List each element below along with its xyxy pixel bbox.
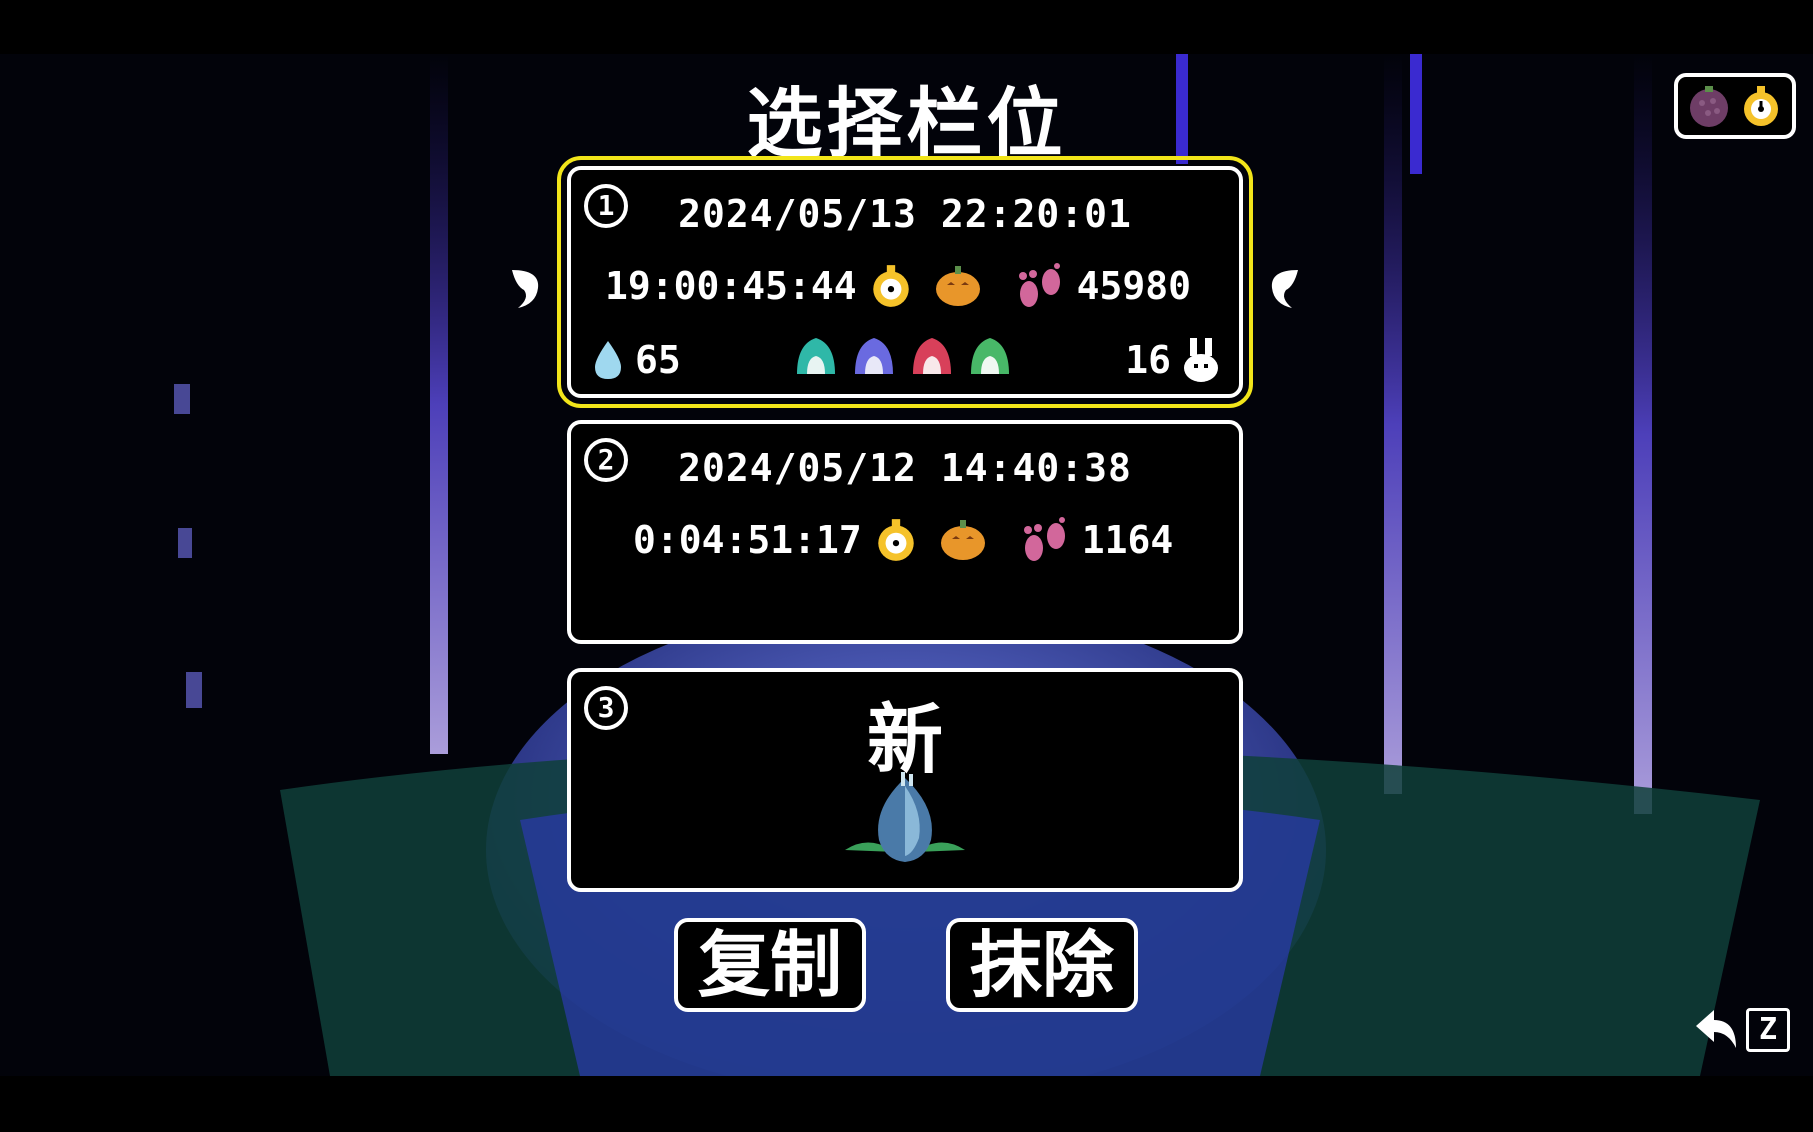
drops-count: 65 [635, 338, 681, 382]
playtime-value: 19:00:45:44 [605, 264, 857, 308]
save-slot-3[interactable]: 3 新 [567, 668, 1243, 892]
next-page-arrow[interactable] [1268, 264, 1304, 312]
blue-slime-icon [855, 338, 893, 374]
playtime-value: 0:04:51:17 [633, 518, 862, 562]
stopwatch-icon [872, 265, 909, 307]
slot-resources-left: 65 [591, 338, 681, 382]
berry-icon [1690, 86, 1728, 127]
steps-value: 1164 [1081, 518, 1174, 562]
slot-timestamp: 2024/05/13 22:20:01 [678, 192, 1132, 236]
previous-page-arrow[interactable] [506, 264, 542, 312]
collected-creatures [793, 334, 1013, 378]
back-key: Z [1746, 1008, 1790, 1052]
pumpkin-icon [935, 266, 980, 306]
slot-stats-row: 0:04:51:17 1164 [633, 516, 1173, 564]
slot-stats-row: 19:00:45:44 45980 [605, 262, 1191, 310]
page-title: 选择栏位 [746, 79, 1067, 168]
green-slime-icon [971, 338, 1009, 374]
rabbits-count: 16 [1125, 338, 1171, 382]
stopwatch-icon [878, 519, 914, 561]
teal-slime-icon [797, 338, 835, 374]
corner-indicator [1674, 73, 1796, 139]
red-slime-icon [913, 338, 951, 374]
stopwatch-icon [1744, 86, 1778, 126]
rabbit-icon [1184, 338, 1218, 382]
save-slot-1[interactable]: 1 2024/05/13 22:20:01 19:00:45:44 45980 … [557, 156, 1253, 408]
back-hint[interactable]: Z [1692, 1008, 1790, 1052]
save-slot-2[interactable]: 2 2024/05/12 14:40:38 0:04:51:17 1164 [567, 420, 1243, 644]
erase-button[interactable]: 抹除 [946, 918, 1138, 1012]
paw-steps-icon [1018, 263, 1060, 307]
slot-timestamp: 2024/05/12 14:40:38 [678, 446, 1132, 490]
slot-resources-right: 16 [1125, 336, 1221, 384]
steps-value: 45980 [1076, 264, 1192, 308]
copy-button[interactable]: 复制 [674, 918, 866, 1012]
back-arrow-icon [1696, 1010, 1736, 1048]
water-drop-icon [595, 341, 621, 379]
sprout-bud-icon [845, 772, 965, 862]
paw-steps-icon [1023, 517, 1065, 561]
pumpkin-icon [940, 520, 985, 560]
